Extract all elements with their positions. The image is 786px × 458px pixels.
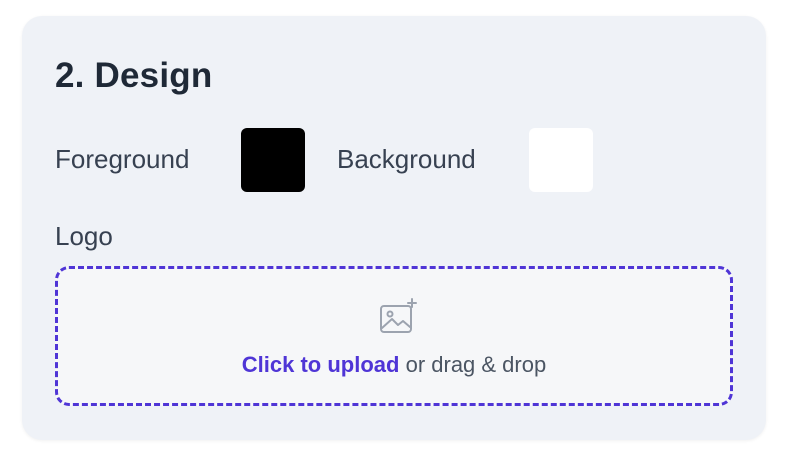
upload-instructions: Click to upload or drag & drop xyxy=(58,352,730,378)
background-label: Background xyxy=(337,144,476,174)
design-card: 2. Design Foreground Background Logo Cli… xyxy=(22,16,766,440)
logo-label: Logo xyxy=(55,221,113,251)
drag-drop-hint: or drag & drop xyxy=(399,352,547,377)
foreground-color-swatch[interactable] xyxy=(241,128,305,192)
background-color-swatch[interactable] xyxy=(529,128,593,192)
logo-upload-dropzone[interactable]: Click to upload or drag & drop xyxy=(55,266,733,406)
section-title: 2. Design xyxy=(55,56,213,95)
image-add-icon xyxy=(378,297,418,337)
foreground-label: Foreground xyxy=(55,144,190,174)
click-to-upload-link[interactable]: Click to upload xyxy=(242,352,400,377)
